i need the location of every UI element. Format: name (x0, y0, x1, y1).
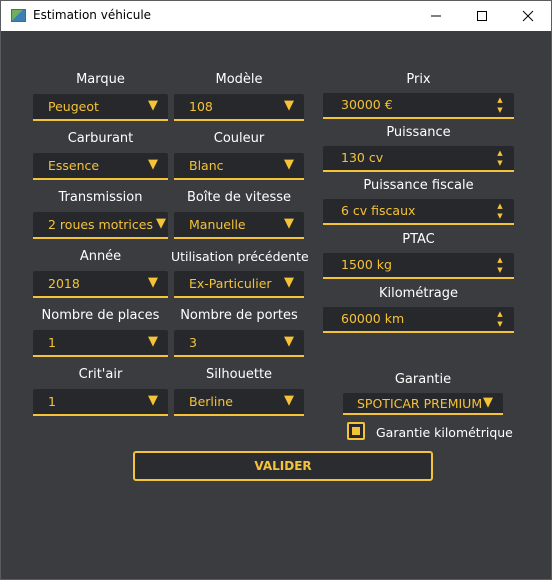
garantie-label: Garantie (394, 372, 452, 387)
triangle-down-icon: ▼ (148, 98, 158, 113)
marque-select[interactable]: Peugeot ▼ (33, 94, 168, 121)
valider-button[interactable]: VALIDER (133, 451, 433, 481)
puissance-spinbox[interactable]: 130 cv ▲ ▼ (323, 146, 514, 172)
maximize-button[interactable] (459, 1, 505, 31)
puissance-value: 130 cv (341, 150, 384, 165)
silhouette-label: Silhouette (205, 367, 273, 382)
close-icon (522, 10, 534, 22)
puissance-label: Puissance (386, 125, 451, 140)
spin-arrows-icon[interactable]: ▲ ▼ (496, 201, 504, 221)
transmission-value: 2 roues motrices (48, 217, 153, 232)
silhouette-select[interactable]: Berline ▼ (174, 389, 304, 416)
close-button[interactable] (505, 1, 551, 31)
portes-select[interactable]: 3 ▼ (174, 330, 304, 357)
portes-value: 3 (189, 335, 197, 350)
triangle-down-icon: ▼ (284, 157, 294, 172)
boite-label: Boîte de vitesse (186, 190, 292, 205)
marque-label: Marque (76, 72, 125, 87)
minimize-icon (431, 15, 441, 17)
kilometrage-spinbox[interactable]: 60000 km ▲ ▼ (323, 307, 514, 333)
spin-arrows-icon[interactable]: ▲ ▼ (496, 309, 504, 329)
spin-arrows-icon[interactable]: ▲ ▼ (496, 255, 504, 275)
couleur-value: Blanc (189, 158, 224, 173)
triangle-down-icon: ▼ (148, 157, 158, 172)
app-window: Estimation véhicule Marque Peugeot ▼ Car… (0, 0, 552, 580)
triangle-down-icon: ▼ (284, 393, 294, 408)
triangle-down-icon: ▼ (148, 275, 158, 290)
transmission-label: Transmission (58, 190, 143, 205)
puissance-fiscale-label: Puissance fiscale (363, 178, 474, 193)
ptac-spinbox[interactable]: 1500 kg ▲ ▼ (323, 253, 514, 279)
garantie-km-checkbox[interactable] (347, 422, 365, 440)
carburant-select[interactable]: Essence ▼ (33, 153, 168, 180)
places-value: 1 (48, 335, 56, 350)
utilisation-value: Ex-Particulier (189, 276, 272, 291)
modele-value: 108 (189, 99, 213, 114)
triangle-down-icon: ▼ (156, 216, 166, 231)
ptac-label: PTAC (402, 232, 435, 247)
marque-value: Peugeot (48, 99, 99, 114)
triangle-down-icon: ▼ (148, 393, 158, 408)
places-select[interactable]: 1 ▼ (33, 330, 168, 357)
form-area: Marque Peugeot ▼ Carburant Essence ▼ Tra… (1, 31, 551, 579)
garantie-km-label: Garantie kilométrique (376, 425, 513, 440)
triangle-down-icon: ▼ (483, 395, 493, 410)
annee-value: 2018 (48, 276, 80, 291)
prix-value: 30000 € (341, 97, 393, 112)
utilisation-select[interactable]: Ex-Particulier ▼ (174, 271, 304, 298)
critair-select[interactable]: 1 ▼ (33, 389, 168, 416)
couleur-select[interactable]: Blanc ▼ (174, 153, 304, 180)
triangle-down-icon: ▼ (284, 275, 294, 290)
annee-label: Année (79, 249, 122, 264)
carburant-label: Carburant (67, 131, 134, 146)
puissance-fiscale-value: 6 cv fiscaux (341, 203, 416, 218)
triangle-down-icon: ▼ (284, 216, 294, 231)
ptac-value: 1500 kg (341, 257, 392, 272)
triangle-down-icon: ▼ (284, 334, 294, 349)
prix-spinbox[interactable]: 30000 € ▲ ▼ (323, 93, 514, 119)
couleur-label: Couleur (213, 131, 265, 146)
maximize-icon (477, 11, 487, 21)
window-title: Estimation véhicule (33, 8, 152, 22)
title-bar: Estimation véhicule (1, 1, 551, 31)
modele-select[interactable]: 108 ▼ (174, 94, 304, 121)
critair-value: 1 (48, 394, 56, 409)
carburant-value: Essence (48, 158, 100, 173)
utilisation-label: Utilisation précédente (171, 249, 309, 264)
places-label: Nombre de places (41, 308, 160, 323)
modele-label: Modèle (215, 72, 263, 87)
prix-label: Prix (406, 72, 431, 87)
triangle-down-icon: ▼ (284, 98, 294, 113)
checkbox-check-mark (352, 427, 360, 435)
silhouette-value: Berline (189, 394, 233, 409)
spin-arrows-icon[interactable]: ▲ ▼ (496, 95, 504, 115)
garantie-select[interactable]: SPOTICAR PREMIUM ▼ (343, 393, 503, 415)
triangle-down-icon: ▼ (148, 334, 158, 349)
minimize-button[interactable] (413, 1, 459, 31)
spin-arrows-icon[interactable]: ▲ ▼ (496, 148, 504, 168)
kilometrage-value: 60000 km (341, 311, 405, 326)
critair-label: Crit'air (78, 367, 123, 382)
portes-label: Nombre de portes (180, 308, 298, 323)
transmission-select[interactable]: 2 roues motrices ▼ (33, 212, 168, 239)
app-icon (11, 9, 26, 22)
annee-select[interactable]: 2018 ▼ (33, 271, 168, 298)
boite-select[interactable]: Manuelle ▼ (174, 212, 304, 239)
garantie-value: SPOTICAR PREMIUM (357, 396, 483, 411)
boite-value: Manuelle (189, 217, 246, 232)
kilometrage-label: Kilométrage (378, 286, 459, 301)
puissance-fiscale-spinbox[interactable]: 6 cv fiscaux ▲ ▼ (323, 199, 514, 225)
